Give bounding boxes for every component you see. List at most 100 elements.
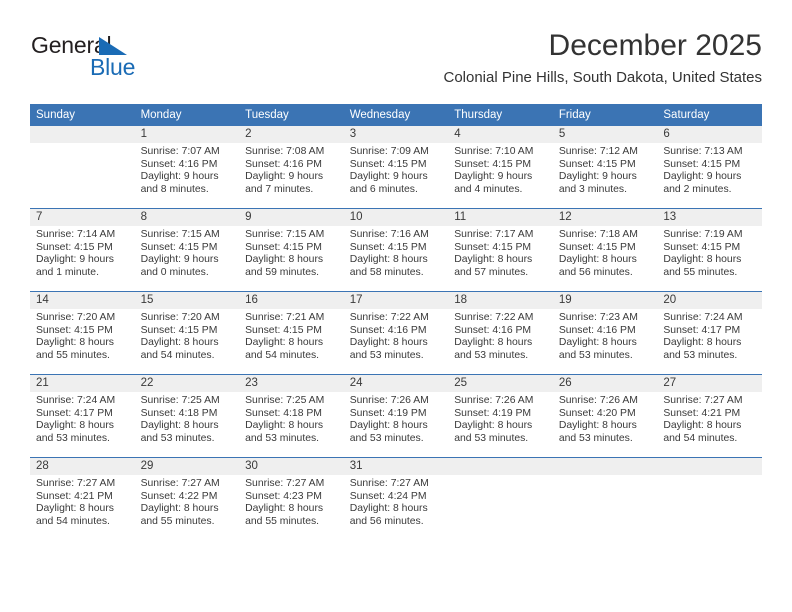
calendar-day-cell[interactable]: 19 Sunrise: 7:23 AM Sunset: 4:16 PM Dayligh… <box>552 291 658 375</box>
calendar-day-cell[interactable]: 22 Sunrise: 7:25 AM Sunset: 4:18 PM Dayligh… <box>134 374 240 458</box>
calendar-day-cell[interactable]: 23 Sunrise: 7:25 AM Sunset: 4:18 PM Dayligh… <box>239 374 344 458</box>
daylight-text-line2: and 2 minutes. <box>663 183 732 195</box>
sunrise-text: Sunrise: 7:21 AM <box>245 312 325 323</box>
daylight-text-line2: and 56 minutes. <box>349 515 424 527</box>
day-cell-details: Sunrise: 7:07 AM Sunset: 4:16 PM Daylight:… <box>135 143 240 196</box>
calendar-day-cell[interactable]: 27 Sunrise: 7:27 AM Sunset: 4:21 PM Dayligh… <box>657 374 762 458</box>
calendar-day-cell[interactable]: 25 Sunrise: 7:26 AM Sunset: 4:19 PM Dayligh… <box>448 374 553 458</box>
calendar-day-cell <box>30 126 135 209</box>
sunset-text: Sunset: 4:18 PM <box>245 407 322 419</box>
calendar-week-row: 21 Sunrise: 7:24 AM Sunset: 4:17 PM Dayligh… <box>30 374 762 458</box>
day-number: 3 <box>343 126 449 143</box>
sunrise-text: Sunrise: 7:22 AM <box>349 312 429 323</box>
day-number: 30 <box>239 458 344 475</box>
sunrise-text: Sunrise: 7:10 AM <box>454 146 534 157</box>
day-cell-details: Sunrise: 7:08 AM Sunset: 4:16 PM Daylight:… <box>239 143 344 196</box>
day-cell-inner: 19 Sunrise: 7:23 AM Sunset: 4:16 PM Dayligh… <box>552 292 658 374</box>
day-number: 5 <box>552 126 658 143</box>
calendar-day-cell[interactable]: 31 Sunrise: 7:27 AM Sunset: 4:24 PM Dayligh… <box>343 457 449 540</box>
daylight-text-line1: Daylight: 8 hours <box>140 420 219 432</box>
day-cell-inner: 24 Sunrise: 7:26 AM Sunset: 4:19 PM Dayligh… <box>343 375 449 457</box>
daylight-text-line2: and 4 minutes. <box>454 183 523 195</box>
calendar-day-cell[interactable]: 14 Sunrise: 7:20 AM Sunset: 4:15 PM Dayligh… <box>30 291 135 375</box>
day-cell-details: Sunrise: 7:23 AM Sunset: 4:16 PM Daylight:… <box>553 309 658 362</box>
daylight-text-line2: and 7 minutes. <box>245 183 314 195</box>
calendar-day-cell[interactable]: 18 Sunrise: 7:22 AM Sunset: 4:16 PM Dayligh… <box>448 291 553 375</box>
day-cell-inner: 26 Sunrise: 7:26 AM Sunset: 4:20 PM Dayligh… <box>552 375 658 457</box>
daylight-text-line2: and 53 minutes. <box>454 432 529 444</box>
calendar-day-cell[interactable]: 10 Sunrise: 7:16 AM Sunset: 4:15 PM Dayligh… <box>343 208 449 292</box>
sunset-text: Sunset: 4:15 PM <box>558 241 636 253</box>
calendar-day-cell[interactable]: 5 Sunrise: 7:12 AM Sunset: 4:15 PM Daylight… <box>552 126 658 209</box>
day-cell-inner: 4 Sunrise: 7:10 AM Sunset: 4:15 PM Daylight… <box>448 126 553 208</box>
daylight-text-line1: Daylight: 9 hours <box>663 171 742 183</box>
day-cell-inner: 27 Sunrise: 7:27 AM Sunset: 4:21 PM Dayligh… <box>657 375 762 457</box>
day-cell-details <box>657 475 762 478</box>
daylight-text-line1: Daylight: 8 hours <box>36 420 114 432</box>
day-cell-details: Sunrise: 7:15 AM Sunset: 4:15 PM Daylight:… <box>239 226 344 279</box>
day-cell-inner: 16 Sunrise: 7:21 AM Sunset: 4:15 PM Dayligh… <box>239 292 344 374</box>
sunrise-text: Sunrise: 7:27 AM <box>36 478 116 489</box>
sunset-text: Sunset: 4:19 PM <box>454 407 532 419</box>
daylight-text-line1: Daylight: 8 hours <box>663 420 742 432</box>
day-cell-details: Sunrise: 7:19 AM Sunset: 4:15 PM Daylight:… <box>657 226 762 279</box>
sunrise-text: Sunrise: 7:27 AM <box>663 395 743 406</box>
day-cell-inner: 17 Sunrise: 7:22 AM Sunset: 4:16 PM Dayligh… <box>343 292 449 374</box>
calendar-day-cell[interactable]: 9 Sunrise: 7:15 AM Sunset: 4:15 PM Daylight… <box>239 208 344 292</box>
sunset-text: Sunset: 4:22 PM <box>140 490 218 502</box>
calendar-day-cell[interactable]: 24 Sunrise: 7:26 AM Sunset: 4:19 PM Dayligh… <box>343 374 449 458</box>
calendar-day-cell[interactable]: 7 Sunrise: 7:14 AM Sunset: 4:15 PM Daylight… <box>30 208 135 292</box>
daylight-text-line1: Daylight: 9 hours <box>140 171 219 183</box>
day-number: 20 <box>657 292 762 309</box>
weekday-header-thursday: Thursday <box>448 104 553 126</box>
sunrise-text: Sunrise: 7:17 AM <box>454 229 534 240</box>
calendar-day-cell <box>657 457 762 540</box>
calendar-day-cell[interactable]: 6 Sunrise: 7:13 AM Sunset: 4:15 PM Daylight… <box>657 126 762 209</box>
calendar-day-cell[interactable]: 21 Sunrise: 7:24 AM Sunset: 4:17 PM Dayligh… <box>30 374 135 458</box>
day-cell-inner: 14 Sunrise: 7:20 AM Sunset: 4:15 PM Dayligh… <box>30 292 135 374</box>
calendar-day-cell[interactable]: 15 Sunrise: 7:20 AM Sunset: 4:15 PM Dayligh… <box>134 291 240 375</box>
calendar-day-cell[interactable]: 4 Sunrise: 7:10 AM Sunset: 4:15 PM Daylight… <box>448 126 553 209</box>
day-cell-inner <box>448 458 553 540</box>
day-number: 6 <box>657 126 762 143</box>
day-number: 28 <box>30 458 135 475</box>
sunset-text: Sunset: 4:15 PM <box>663 241 741 253</box>
sunrise-text: Sunrise: 7:27 AM <box>349 478 429 489</box>
calendar-day-cell[interactable]: 29 Sunrise: 7:27 AM Sunset: 4:22 PM Dayligh… <box>134 457 240 540</box>
day-cell-details: Sunrise: 7:22 AM Sunset: 4:16 PM Daylight:… <box>344 309 449 362</box>
daylight-text-line2: and 54 minutes. <box>140 349 215 361</box>
calendar-day-cell[interactable]: 13 Sunrise: 7:19 AM Sunset: 4:15 PM Dayligh… <box>657 208 762 292</box>
day-number: 24 <box>343 375 449 392</box>
calendar-day-cell[interactable]: 11 Sunrise: 7:17 AM Sunset: 4:15 PM Dayligh… <box>448 208 553 292</box>
sunset-text: Sunset: 4:18 PM <box>140 407 218 419</box>
calendar-day-cell[interactable]: 28 Sunrise: 7:27 AM Sunset: 4:21 PM Dayligh… <box>30 457 135 540</box>
day-cell-details: Sunrise: 7:27 AM Sunset: 4:22 PM Daylight:… <box>135 475 240 528</box>
calendar-day-cell[interactable]: 20 Sunrise: 7:24 AM Sunset: 4:17 PM Dayligh… <box>657 291 762 375</box>
weekday-header-saturday: Saturday <box>657 104 762 126</box>
calendar-day-cell[interactable]: 17 Sunrise: 7:22 AM Sunset: 4:16 PM Dayligh… <box>343 291 449 375</box>
day-cell-details <box>30 143 135 146</box>
sunrise-text: Sunrise: 7:26 AM <box>558 395 638 406</box>
day-cell-inner: 8 Sunrise: 7:15 AM Sunset: 4:15 PM Daylight… <box>134 209 240 291</box>
calendar-day-cell[interactable]: 3 Sunrise: 7:09 AM Sunset: 4:15 PM Daylight… <box>343 126 449 209</box>
sunset-text: Sunset: 4:20 PM <box>558 407 636 419</box>
calendar-day-cell[interactable]: 16 Sunrise: 7:21 AM Sunset: 4:15 PM Dayligh… <box>239 291 344 375</box>
generalblue-logo[interactable]: General Blue <box>31 32 221 84</box>
calendar-day-cell[interactable]: 26 Sunrise: 7:26 AM Sunset: 4:20 PM Dayligh… <box>552 374 658 458</box>
day-cell-inner: 25 Sunrise: 7:26 AM Sunset: 4:19 PM Dayligh… <box>448 375 553 457</box>
calendar-day-cell[interactable]: 1 Sunrise: 7:07 AM Sunset: 4:16 PM Daylight… <box>134 126 240 209</box>
day-cell-details: Sunrise: 7:24 AM Sunset: 4:17 PM Daylight:… <box>30 392 135 445</box>
calendar-day-cell[interactable]: 2 Sunrise: 7:08 AM Sunset: 4:16 PM Daylight… <box>239 126 344 209</box>
sunset-text: Sunset: 4:15 PM <box>349 158 427 170</box>
day-cell-inner: 13 Sunrise: 7:19 AM Sunset: 4:15 PM Dayligh… <box>657 209 762 291</box>
daylight-text-line1: Daylight: 8 hours <box>349 337 428 349</box>
sunrise-text: Sunrise: 7:09 AM <box>349 146 429 157</box>
day-cell-inner: 23 Sunrise: 7:25 AM Sunset: 4:18 PM Dayligh… <box>239 375 344 457</box>
day-cell-inner: 3 Sunrise: 7:09 AM Sunset: 4:15 PM Daylight… <box>343 126 449 208</box>
calendar-day-cell[interactable]: 12 Sunrise: 7:18 AM Sunset: 4:15 PM Dayligh… <box>552 208 658 292</box>
calendar-day-cell[interactable]: 30 Sunrise: 7:27 AM Sunset: 4:23 PM Dayligh… <box>239 457 344 540</box>
sunset-text: Sunset: 4:15 PM <box>36 324 113 336</box>
daylight-text-line1: Daylight: 8 hours <box>454 254 533 266</box>
calendar-day-cell[interactable]: 8 Sunrise: 7:15 AM Sunset: 4:15 PM Daylight… <box>134 208 240 292</box>
daylight-text-line2: and 53 minutes. <box>349 349 424 361</box>
